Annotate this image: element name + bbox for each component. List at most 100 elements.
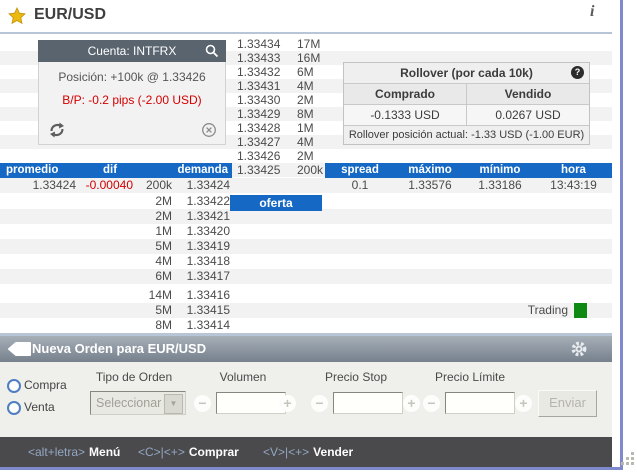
title-divider bbox=[0, 32, 612, 34]
rollover-values: -0.1333 USD 0.0267 USD bbox=[344, 105, 589, 126]
shortcut-keys: <alt+letra> bbox=[28, 445, 86, 459]
bid-price: 1.33417 bbox=[186, 269, 230, 283]
bid-size: 5M bbox=[155, 303, 172, 317]
ask-price: 1.33431 bbox=[237, 79, 281, 93]
limit-price-input[interactable] bbox=[445, 392, 515, 414]
trading-status-indicator bbox=[574, 303, 587, 318]
ask-price: 1.33426 bbox=[237, 149, 281, 163]
volume-input[interactable] bbox=[216, 392, 286, 414]
shortcut-label: Menú bbox=[89, 445, 121, 459]
sell-radio-label[interactable]: Venta bbox=[24, 400, 55, 414]
sell-radio[interactable] bbox=[7, 401, 21, 415]
pair-title: EUR/USD bbox=[34, 6, 107, 23]
oferta-header: oferta bbox=[230, 195, 322, 211]
bid-size: 14M bbox=[148, 288, 172, 302]
shortcut-buy: <C>|<+> Comprar bbox=[138, 437, 239, 467]
ask-price: 1.33425 bbox=[237, 163, 281, 177]
bid-size: 5M bbox=[155, 239, 172, 253]
order-type-value: Seleccionar bbox=[96, 396, 162, 410]
limit-price-label: Precio Límite bbox=[434, 370, 506, 384]
stop-increment-button[interactable]: + bbox=[403, 395, 420, 412]
rollover-title-row: Rollover (por cada 10k) ? bbox=[344, 63, 589, 84]
window-right-border bbox=[620, 0, 623, 470]
dif-header: dif bbox=[102, 164, 118, 176]
bid-price: 1.33422 bbox=[186, 194, 230, 208]
bid-size: 8M bbox=[155, 318, 172, 332]
new-order-title: Nueva Orden para EUR/USD bbox=[32, 341, 207, 356]
order-type-label: Tipo de Orden bbox=[95, 370, 173, 384]
stop-price-input[interactable] bbox=[333, 392, 403, 414]
rollover-note: Rollover posición actual: -1.33 USD (-1.… bbox=[344, 126, 589, 144]
ask-price: 1.33433 bbox=[237, 51, 281, 65]
account-header-label: Cuenta: INTFRX bbox=[87, 44, 177, 58]
minimo-value: 1.33186 bbox=[478, 178, 522, 192]
chevron-down-icon[interactable]: ▼ bbox=[164, 394, 183, 414]
bid-row[interactable]: 2M 1.33421 bbox=[0, 209, 612, 224]
trading-status-label: Trading bbox=[527, 303, 568, 317]
bid-row[interactable]: 6M 1.33417 bbox=[0, 269, 612, 284]
bid-price: 1.33419 bbox=[186, 239, 230, 253]
shortcut-keys: <C>|<+> bbox=[138, 445, 185, 459]
ask-size: 4M bbox=[297, 135, 314, 149]
buy-radio-label[interactable]: Compra bbox=[24, 378, 67, 392]
volume-label: Volumen bbox=[219, 370, 267, 384]
bid-size: 1M bbox=[155, 224, 172, 238]
ask-size: 4M bbox=[297, 79, 314, 93]
ask-size: 8M bbox=[297, 107, 314, 121]
hora-header: hora bbox=[561, 164, 586, 176]
account-panel: Cuenta: INTFRX Posición: +100k @ 1.33426… bbox=[38, 40, 226, 145]
maximo-header: máximo bbox=[408, 164, 452, 176]
ask-price: 1.33432 bbox=[237, 65, 281, 79]
shortcut-bar: <alt+letra> Menú <C>|<+> Comprar <V>|<+> Ve… bbox=[0, 437, 612, 467]
bid-row[interactable]: 4M 1.33418 bbox=[0, 254, 612, 269]
spread-table-header: spread máximo mínimo hora bbox=[325, 163, 612, 178]
bid-size: 4M bbox=[155, 254, 172, 268]
ask-price: 1.33434 bbox=[237, 37, 281, 51]
close-icon[interactable] bbox=[201, 122, 217, 138]
ask-size: 2M bbox=[297, 93, 314, 107]
bid-size: 200k bbox=[145, 178, 172, 192]
ask-row[interactable]: 1.33426 2M bbox=[0, 149, 612, 163]
stop-decrement-button[interactable]: − bbox=[311, 395, 328, 412]
order-type-select[interactable]: Seleccionar ▼ bbox=[90, 391, 186, 415]
spread-value: 0.1 bbox=[351, 178, 369, 192]
ask-size: 2M bbox=[297, 149, 314, 163]
comprado-value: -0.1333 USD bbox=[344, 105, 467, 125]
stop-price-label: Precio Stop bbox=[324, 370, 388, 384]
buy-radio[interactable] bbox=[7, 379, 21, 393]
volume-increment-button[interactable]: + bbox=[279, 395, 296, 412]
limit-decrement-button[interactable]: − bbox=[423, 395, 440, 412]
info-icon[interactable]: i bbox=[590, 3, 594, 21]
help-icon[interactable]: ? bbox=[571, 66, 584, 79]
favorite-star-icon[interactable] bbox=[8, 7, 26, 25]
bid-row[interactable]: 8M 1.33414 bbox=[0, 318, 612, 333]
bid-row[interactable]: 14M 1.33416 bbox=[0, 288, 612, 303]
bid-price: 1.33416 bbox=[186, 288, 230, 302]
shortcut-menu: <alt+letra> Menú bbox=[28, 437, 120, 467]
volume-decrement-button[interactable]: − bbox=[194, 395, 211, 412]
ask-size: 16M bbox=[297, 51, 321, 65]
window-bottom-border bbox=[0, 467, 623, 470]
gear-icon[interactable] bbox=[570, 340, 588, 358]
bid-price: 1.33415 bbox=[186, 303, 230, 317]
vendido-header: Vendido bbox=[504, 87, 552, 101]
shortcut-sell: <V>|<+> Vender bbox=[263, 437, 353, 467]
refresh-icon[interactable] bbox=[48, 121, 66, 139]
search-icon[interactable] bbox=[205, 44, 219, 58]
ask-price: 1.33427 bbox=[237, 135, 281, 149]
submit-button[interactable]: Enviar bbox=[538, 390, 597, 417]
bid-row[interactable]: 5M 1.33419 bbox=[0, 239, 612, 254]
bid-price: 1.33424 bbox=[186, 178, 230, 192]
ask-size: 17M bbox=[297, 37, 321, 51]
order-form: Compra Venta Tipo de Orden Seleccionar ▼… bbox=[0, 362, 612, 437]
rollover-panel: Rollover (por cada 10k) ? Comprado Vendi… bbox=[343, 62, 590, 145]
bid-size: 6M bbox=[155, 269, 172, 283]
pl-text: B/P: -0.2 pips (-2.00 USD) bbox=[62, 93, 202, 107]
ask-price: 1.33430 bbox=[237, 93, 281, 107]
order-tag-icon bbox=[8, 342, 31, 356]
limit-increment-button[interactable]: + bbox=[515, 395, 532, 412]
shortcut-label: Vender bbox=[313, 445, 354, 459]
bid-row[interactable]: 1M 1.33420 bbox=[0, 224, 612, 239]
rollover-title: Rollover (por cada 10k) bbox=[400, 66, 533, 80]
bid-size: 2M bbox=[155, 209, 172, 223]
